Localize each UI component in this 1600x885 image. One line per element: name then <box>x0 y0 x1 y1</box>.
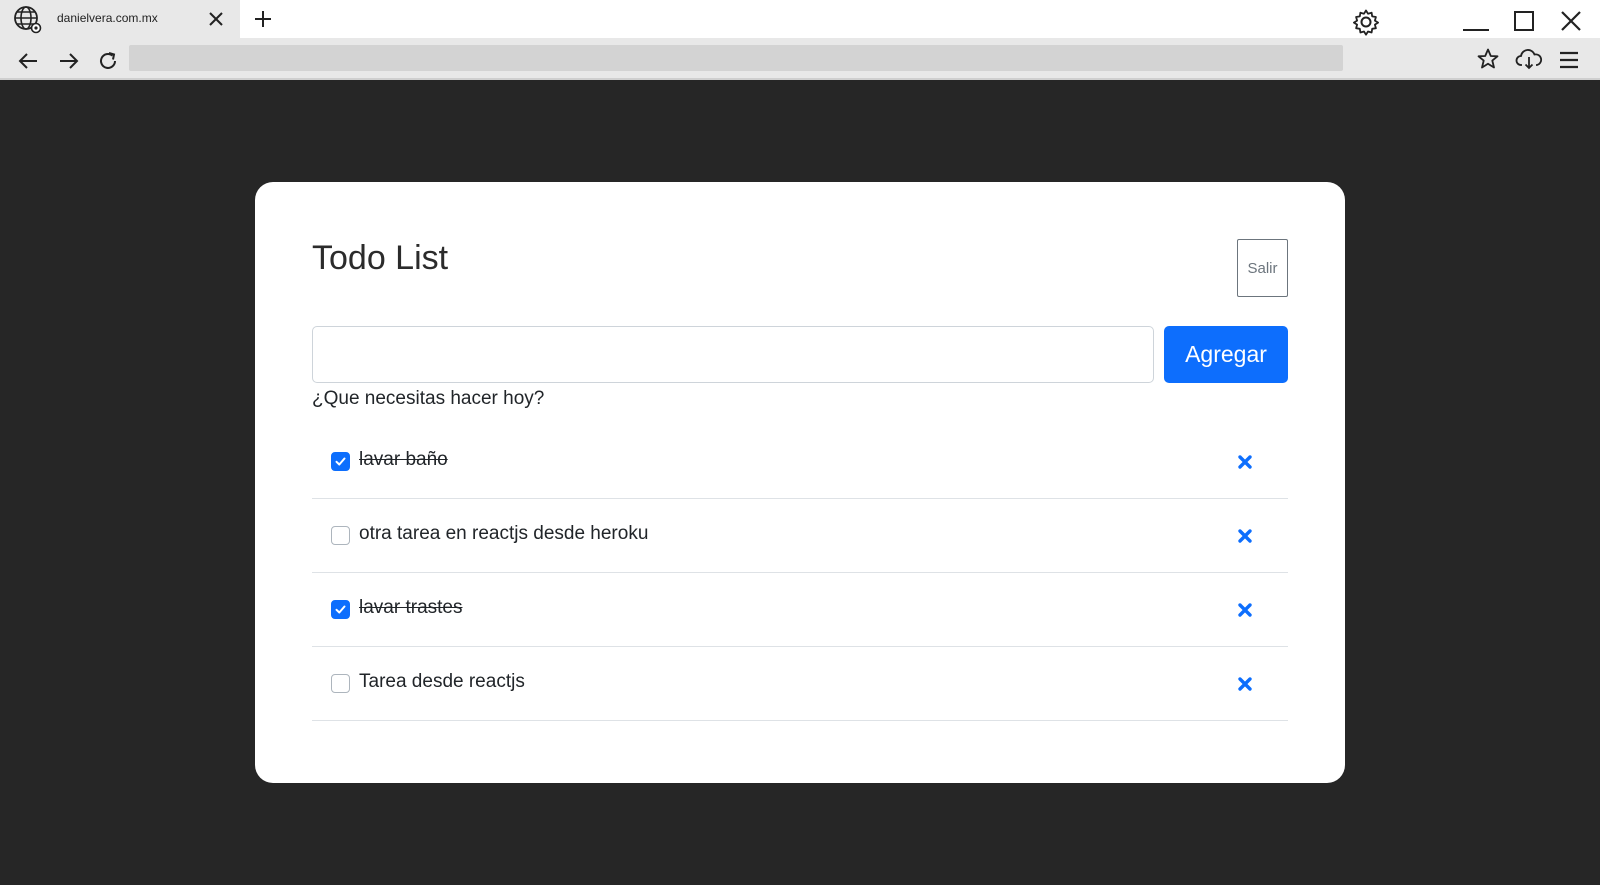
globe-icon <box>14 6 42 34</box>
todo-text: lavar trastes <box>359 597 463 618</box>
delete-x-icon[interactable] <box>1236 527 1254 545</box>
todo-text: lavar baño <box>359 449 448 470</box>
todo-item: lavar trastes <box>312 573 1288 647</box>
maximize-icon[interactable] <box>1513 10 1535 32</box>
todo-item: lavar baño <box>312 425 1288 499</box>
download-cloud-icon[interactable] <box>1515 46 1543 72</box>
add-task-button[interactable]: Agregar <box>1164 326 1288 383</box>
address-bar[interactable] <box>129 45 1343 71</box>
todo-checkbox[interactable] <box>331 526 350 545</box>
menu-icon[interactable] <box>1557 48 1581 72</box>
minimize-icon[interactable] <box>1462 10 1490 34</box>
close-window-icon[interactable] <box>1560 10 1582 32</box>
todo-item: otra tarea en reactjs desde heroku <box>312 499 1288 573</box>
reload-icon[interactable] <box>96 49 120 73</box>
todo-text: otra tarea en reactjs desde heroku <box>359 523 649 544</box>
bookmark-star-icon[interactable] <box>1476 47 1500 71</box>
todo-checkbox[interactable] <box>331 452 350 471</box>
logout-button[interactable]: Salir <box>1237 239 1288 297</box>
browser-tab[interactable]: danielvera.com.mx <box>0 0 240 38</box>
browser-toolbar <box>0 38 1600 80</box>
task-input[interactable] <box>312 326 1154 383</box>
back-arrow-icon[interactable] <box>16 49 40 73</box>
todo-text: Tarea desde reactjs <box>359 671 525 692</box>
delete-x-icon[interactable] <box>1236 453 1254 471</box>
todo-item: Tarea desde reactjs <box>312 647 1288 721</box>
todo-checkbox[interactable] <box>331 600 350 619</box>
tab-title: danielvera.com.mx <box>57 11 158 25</box>
input-helper-text: ¿Que necesitas hacer hoy? <box>312 388 545 409</box>
check-icon <box>335 457 346 466</box>
page-title: Todo List <box>312 239 449 277</box>
delete-x-icon[interactable] <box>1236 601 1254 619</box>
todo-card: Todo List Salir Agregar ¿Que necesitas h… <box>255 182 1345 783</box>
check-icon <box>335 605 346 614</box>
forward-arrow-icon[interactable] <box>57 49 81 73</box>
close-tab-icon[interactable] <box>206 9 226 29</box>
gear-icon[interactable] <box>1352 8 1380 36</box>
new-tab-icon[interactable] <box>252 8 274 30</box>
todo-checkbox[interactable] <box>331 674 350 693</box>
delete-x-icon[interactable] <box>1236 675 1254 693</box>
browser-tab-bar: danielvera.com.mx <box>0 0 1600 38</box>
todo-list: lavar baño otra tarea en reactjs desde h… <box>312 425 1288 721</box>
